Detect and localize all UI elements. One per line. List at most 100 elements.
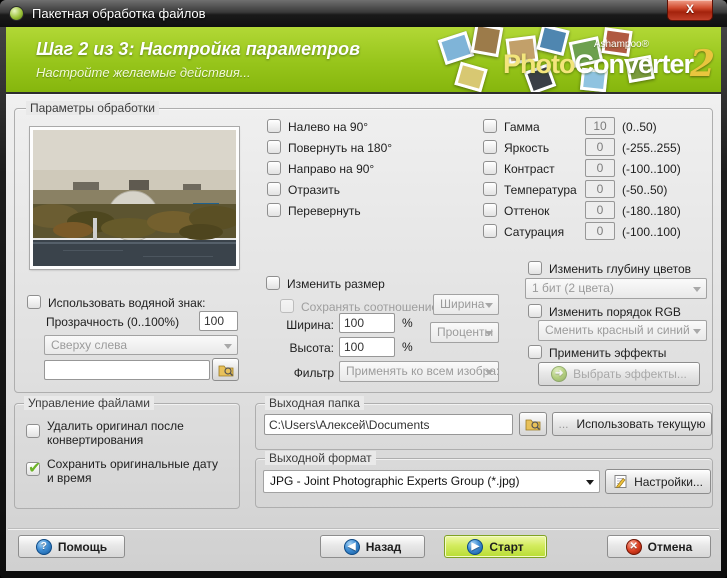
format-settings-button[interactable]: Настройки... (605, 469, 711, 494)
checkbox-rotate-right[interactable] (267, 161, 281, 175)
select-effects-button[interactable]: ➜ Выбрать эффекты... (538, 362, 700, 386)
input-gamma[interactable] (585, 117, 615, 135)
group-output-folder-title: Выходная папка (265, 396, 364, 410)
step-subtitle: Настройте желаемые действия... (36, 65, 251, 80)
help-icon: ? (35, 538, 52, 555)
label-hue: Оттенок (504, 204, 550, 218)
label-brightness: Яркость (504, 141, 550, 155)
checkbox-color-depth[interactable] (528, 261, 542, 275)
checkbox-temperature[interactable] (483, 182, 497, 196)
close-button[interactable]: X (667, 0, 713, 21)
color-depth-select[interactable]: 1 бит (2 цвета) (525, 278, 707, 299)
output-folder-input[interactable] (264, 414, 513, 435)
output-format-select[interactable]: JPG - Joint Photographic Experts Group (… (263, 470, 600, 493)
label-rgb-order: Изменить порядок RGB (549, 305, 681, 319)
watermark-browse-button[interactable] (212, 358, 239, 381)
group-processing-title: Параметры обработки (26, 101, 159, 115)
group-output-format-title: Выходной формат (265, 451, 376, 465)
app-icon (9, 6, 24, 21)
chevron-down-icon (485, 331, 493, 336)
width-input[interactable] (339, 313, 395, 333)
brand-logo: Ashampoo® PhotoConverter 2 (503, 37, 715, 89)
label-rotate-left: Налево на 90° (288, 120, 369, 134)
height-input[interactable] (339, 337, 395, 357)
chevron-down-icon (224, 344, 232, 349)
use-current-folder-button[interactable]: ... Использовать текущую (552, 412, 712, 436)
checkbox-flip[interactable] (267, 203, 281, 217)
filter-select[interactable]: Применять ко всем изобра: (339, 361, 499, 382)
brand-name: PhotoConverter (502, 49, 694, 79)
brand-version: 2 (689, 43, 715, 85)
start-button[interactable]: ▶ Старт (444, 535, 547, 558)
close-x-icon: ✕ (625, 538, 642, 555)
label-resize: Изменить размер (287, 277, 385, 291)
chevron-down-icon (693, 329, 701, 334)
checkbox-mirror[interactable] (267, 182, 281, 196)
label-filter: Фильтр (293, 366, 334, 380)
label-mirror: Отразить (288, 183, 340, 197)
label-watermark-opacity: Прозрачность (0..100%) (46, 315, 180, 329)
checkbox-apply-effects[interactable] (528, 345, 542, 359)
checkbox-rotate-left[interactable] (267, 119, 281, 133)
range-hue: (-180..180) (622, 204, 681, 218)
range-gamma: (0..50) (622, 120, 657, 134)
input-hue[interactable] (585, 201, 615, 219)
checkbox-saturation[interactable] (483, 224, 497, 238)
photo-thumb (454, 61, 488, 92)
checkbox-delete-original[interactable] (26, 424, 40, 438)
cancel-button[interactable]: ✕ Отмена (607, 535, 711, 558)
output-folder-browse-button[interactable] (519, 412, 547, 436)
height-unit: % (402, 340, 413, 354)
group-file-management-title: Управление файлами (24, 396, 154, 410)
checkbox-watermark[interactable] (27, 295, 41, 309)
input-saturation[interactable] (585, 222, 615, 240)
label-temperature: Температура (504, 183, 577, 197)
help-button[interactable]: ? Помощь (18, 535, 125, 558)
checkbox-keep-ratio[interactable] (280, 299, 294, 313)
step-title: Шаг 2 из 3: Настройка параметров (36, 39, 361, 59)
label-gamma: Гамма (504, 120, 540, 134)
input-brightness[interactable] (585, 138, 615, 156)
photo-thumb (470, 27, 504, 58)
checkbox-rgb-order[interactable] (528, 304, 542, 318)
range-temperature: (-50..50) (622, 183, 668, 197)
arrow-right-icon: ➜ (551, 366, 568, 382)
checkbox-resize[interactable] (266, 276, 280, 290)
arrow-left-icon: ◀ (343, 538, 360, 555)
photo-thumb (437, 31, 475, 65)
folder-search-icon (525, 419, 541, 431)
arrow-right-icon: ▶ (467, 538, 484, 555)
label-flip: Перевернуть (288, 204, 361, 218)
image-preview (29, 126, 240, 270)
back-button[interactable]: ◀ Назад (320, 535, 425, 558)
checkbox-gamma[interactable] (483, 119, 497, 133)
folder-search-icon (218, 365, 233, 376)
title-bar[interactable]: Пакетная обработка файлов X (0, 0, 727, 27)
chevron-down-icon (485, 370, 493, 375)
checkbox-hue[interactable] (483, 203, 497, 217)
label-color-depth: Изменить глубину цветов (549, 262, 692, 276)
checkbox-brightness[interactable] (483, 140, 497, 154)
checkbox-keep-datetime[interactable] (26, 458, 41, 478)
chevron-down-icon (693, 287, 701, 292)
checkbox-contrast[interactable] (483, 161, 497, 175)
rgb-order-select[interactable]: Сменить красный и синий (538, 320, 707, 341)
ellipsis-icon: ... (558, 417, 569, 431)
resize-mode-select[interactable]: Ширина (433, 294, 499, 315)
watermark-path-input[interactable] (44, 360, 210, 380)
watermark-opacity-input[interactable] (199, 311, 238, 331)
checkbox-rotate-180[interactable] (267, 140, 281, 154)
footer-divider (8, 528, 719, 529)
label-width: Ширина: (286, 318, 334, 332)
resize-unit-select[interactable]: Проценты (430, 322, 499, 343)
dialog-window: Пакетная обработка файлов X Шаг 2 из 3: … (0, 0, 727, 578)
label-keep-ratio: Сохранять соотношение (301, 300, 439, 314)
input-temperature[interactable] (585, 180, 615, 198)
label-saturation: Сатурация (504, 225, 565, 239)
range-contrast: (-100..100) (622, 162, 681, 176)
watermark-position-select[interactable]: Сверху слева (44, 335, 238, 355)
input-contrast[interactable] (585, 159, 615, 177)
range-saturation: (-100..100) (622, 225, 681, 239)
chevron-down-icon (586, 480, 594, 485)
width-unit: % (402, 316, 413, 330)
